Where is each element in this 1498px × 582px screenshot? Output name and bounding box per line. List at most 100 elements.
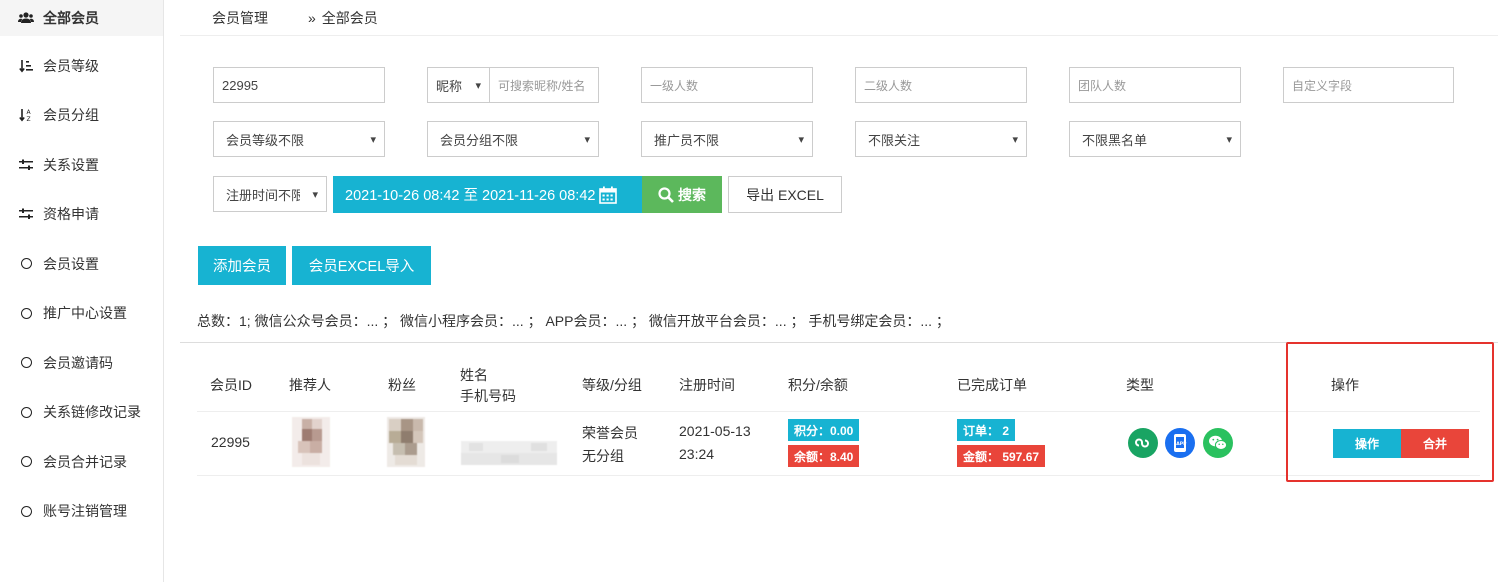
blacklist-select[interactable]: 不限黑名单 <box>1069 121 1241 157</box>
promoter-select[interactable]: 推广员不限 <box>641 121 813 157</box>
sidebar-item-merge-log[interactable]: 会员合并记录 <box>0 437 163 487</box>
referrer-avatar[interactable] <box>292 417 330 467</box>
sidebar-item-relation-log[interactable]: 关系链修改记录 <box>0 388 163 438</box>
search-label: 搜索 <box>678 186 706 203</box>
nickname-type-select[interactable]: 昵称 <box>427 67 490 103</box>
level2-placeholder: 二级人数 <box>864 78 913 93</box>
sidebar-item-all-members[interactable]: 全部会员 <box>0 0 163 36</box>
level1-count-input[interactable]: 一级人数 <box>641 67 813 103</box>
search-icon <box>658 186 674 203</box>
member-group: 无分组 <box>582 448 624 464</box>
svg-text:A: A <box>27 109 32 116</box>
promoter-select-value: 推广员不限 <box>654 132 720 148</box>
sort-alpha-icon: AZ <box>18 108 34 122</box>
sidebar-item-qualification[interactable]: 资格申请 <box>0 190 163 240</box>
sort-icon <box>18 59 34 73</box>
sidebar-item-account-cancel[interactable]: 账号注销管理 <box>0 487 163 537</box>
sidebar-item-label: 会员邀请码 <box>43 354 113 371</box>
header-points: 积分/余额 <box>788 377 848 393</box>
team-count-input[interactable]: 团队人数 <box>1069 67 1241 103</box>
breadcrumb-parent[interactable]: 会员管理 <box>212 8 268 28</box>
circle-icon <box>18 307 34 319</box>
header-fans: 粉丝 <box>388 377 416 393</box>
sidebar-item-member-settings[interactable]: 会员设置 <box>0 239 163 289</box>
fans-avatar[interactable] <box>387 417 425 467</box>
nickname-select-value: 昵称 <box>436 78 463 94</box>
import-excel-button[interactable]: 会员EXCEL导入 <box>292 246 431 285</box>
add-member-button[interactable]: 添加会员 <box>198 246 286 285</box>
wechat-icon <box>1203 428 1233 458</box>
header-orders: 已完成订单 <box>957 377 1027 393</box>
balance-badge: 余额：8.40 <box>788 445 860 467</box>
add-member-label: 添加会员 <box>213 259 271 275</box>
custom-placeholder: 自定义字段 <box>1292 78 1353 93</box>
sidebar-item-member-group[interactable]: AZ 会员分组 <box>0 91 163 141</box>
header-regtime: 注册时间 <box>679 377 735 393</box>
sidebar-item-promo-center[interactable]: 推广中心设置 <box>0 289 163 339</box>
breadcrumb-separator: » <box>308 9 316 26</box>
follow-select[interactable]: 不限关注 <box>855 121 1027 157</box>
sliders-icon <box>18 208 34 220</box>
points-badge: 积分：0.00 <box>788 419 860 441</box>
date-range-picker[interactable]: 2021-10-26 08:42 至 2021-11-26 08:42 <box>333 176 643 213</box>
level1-placeholder: 一级人数 <box>650 78 699 93</box>
main-content: 会员管理 » 全部会员 22995 昵称 可搜索昵称/姓名 一级人数 二级人数 … <box>165 0 1498 582</box>
ops-highlight-box <box>1286 342 1494 482</box>
member-group-select[interactable]: 会员分组不限 <box>427 121 599 157</box>
circle-icon <box>18 357 34 369</box>
export-label: 导出 EXCEL <box>746 186 824 203</box>
sidebar-item-label: 会员分组 <box>43 107 99 124</box>
header-name: 姓名 <box>460 367 488 383</box>
header-member-id: 会员ID <box>210 377 252 393</box>
date-range-value: 2021-10-26 08:42 至 2021-11-26 08:42 <box>345 188 596 204</box>
member-id-input[interactable]: 22995 <box>213 67 385 103</box>
sidebar-item-label: 关系链修改记录 <box>43 404 141 421</box>
header-referrer: 推荐人 <box>289 377 331 393</box>
circle-icon <box>18 456 34 468</box>
search-button[interactable]: 搜索 <box>642 176 722 213</box>
amount-badge: 金额： 597.67 <box>957 445 1046 467</box>
level2-count-input[interactable]: 二级人数 <box>855 67 1027 103</box>
blacklist-select-value: 不限黑名单 <box>1082 132 1148 148</box>
sidebar-item-label: 关系设置 <box>43 156 99 173</box>
sidebar-item-relation-settings[interactable]: 关系设置 <box>0 140 163 190</box>
sidebar-item-label: 推广中心设置 <box>43 305 127 322</box>
orders-badge: 订单： 2 <box>957 419 1016 441</box>
group-select-value: 会员分组不限 <box>440 132 519 148</box>
breadcrumb-current: 全部会员 <box>321 9 378 26</box>
circle-icon <box>18 505 34 517</box>
breadcrumb: 会员管理 » 全部会员 <box>180 0 1498 36</box>
miniprogram-icon <box>1128 428 1158 458</box>
nickname-search-input[interactable]: 可搜索昵称/姓名 <box>489 67 599 103</box>
sidebar-item-member-level[interactable]: 会员等级 <box>0 41 163 91</box>
nickname-placeholder: 可搜索昵称/姓名 <box>498 78 586 93</box>
sidebar-item-label: 会员设置 <box>43 255 99 272</box>
sidebar-item-label: 资格申请 <box>43 206 99 223</box>
circle-icon <box>18 258 34 270</box>
name-phone-masked <box>461 441 557 467</box>
regtime-select-value: 注册时间不限 <box>226 187 300 203</box>
import-excel-label: 会员EXCEL导入 <box>308 259 415 275</box>
header-level: 等级/分组 <box>582 377 642 393</box>
member-level: 荣誉会员 <box>582 425 638 441</box>
svg-text:Z: Z <box>27 116 31 122</box>
calendar-icon <box>599 186 618 204</box>
export-excel-button[interactable]: 导出 EXCEL <box>728 176 842 213</box>
level-select-value: 会员等级不限 <box>226 132 305 148</box>
follow-select-value: 不限关注 <box>868 132 921 148</box>
custom-field-input[interactable]: 自定义字段 <box>1283 67 1454 103</box>
sidebar-item-invite-code[interactable]: 会员邀请码 <box>0 338 163 388</box>
regtime-select[interactable]: 注册时间不限 <box>213 176 327 212</box>
header-phone: 手机号码 <box>460 388 516 404</box>
sliders-icon <box>18 159 34 171</box>
member-stats: 总数：1; 微信公众号会员：... ； 微信小程序会员：... ； APP会员：… <box>197 313 950 329</box>
sidebar-item-label: 账号注销管理 <box>43 503 127 520</box>
svg-text:APP: APP <box>1176 441 1187 447</box>
users-icon <box>18 12 34 24</box>
member-level-select[interactable]: 会员等级不限 <box>213 121 385 157</box>
header-type: 类型 <box>1126 377 1154 393</box>
sidebar-item-label: 会员等级 <box>43 57 99 74</box>
sidebar: 全部会员 会员等级 AZ 会员分组 关系设置 资格申请 会员设置 推广中心设置 … <box>0 0 164 582</box>
sidebar-item-label: 会员合并记录 <box>43 453 127 470</box>
circle-icon <box>18 406 34 418</box>
